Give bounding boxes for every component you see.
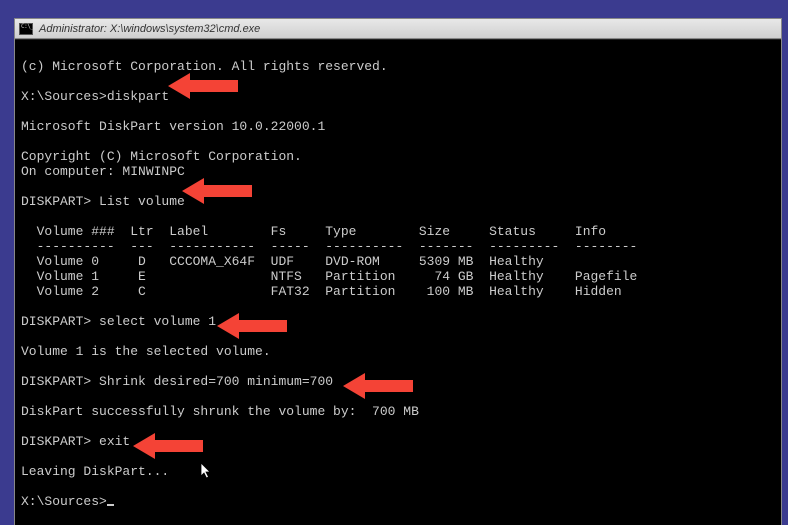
output-line: (c) Microsoft Corporation. All rights re… [21, 59, 388, 74]
table-header: Volume ### Ltr Label Fs Type Size Status… [21, 224, 606, 239]
prompt-line: DISKPART> select volume 1 [21, 314, 216, 329]
table-row: Volume 2 C FAT32 Partition 100 MB Health… [21, 284, 622, 299]
output-line: DiskPart successfully shrunk the volume … [21, 404, 419, 419]
prompt-line: X:\Sources> [21, 494, 114, 509]
prompt-line: X:\Sources>diskpart [21, 89, 169, 104]
terminal-output[interactable]: (c) Microsoft Corporation. All rights re… [15, 39, 781, 525]
table-divider: ---------- --- ----------- ----- -------… [21, 239, 637, 254]
prompt-line: DISKPART> exit [21, 434, 130, 449]
text-cursor [107, 504, 114, 506]
table-row: Volume 0 D CCCOMA_X64F UDF DVD-ROM 5309 … [21, 254, 544, 269]
table-row: Volume 1 E NTFS Partition 74 GB Healthy … [21, 269, 637, 284]
output-line: Volume 1 is the selected volume. [21, 344, 271, 359]
cmd-icon [19, 23, 33, 35]
output-line: Copyright (C) Microsoft Corporation. [21, 149, 302, 164]
titlebar[interactable]: Administrator: X:\windows\system32\cmd.e… [15, 19, 781, 39]
prompt-line: DISKPART> Shrink desired=700 minimum=700 [21, 374, 333, 389]
window-title: Administrator: X:\windows\system32\cmd.e… [39, 23, 260, 35]
cmd-window: Administrator: X:\windows\system32\cmd.e… [14, 18, 782, 525]
output-line: Leaving DiskPart... [21, 464, 169, 479]
prompt-line: DISKPART> List volume [21, 194, 185, 209]
output-line: On computer: MINWINPC [21, 164, 185, 179]
output-line: Microsoft DiskPart version 10.0.22000.1 [21, 119, 325, 134]
